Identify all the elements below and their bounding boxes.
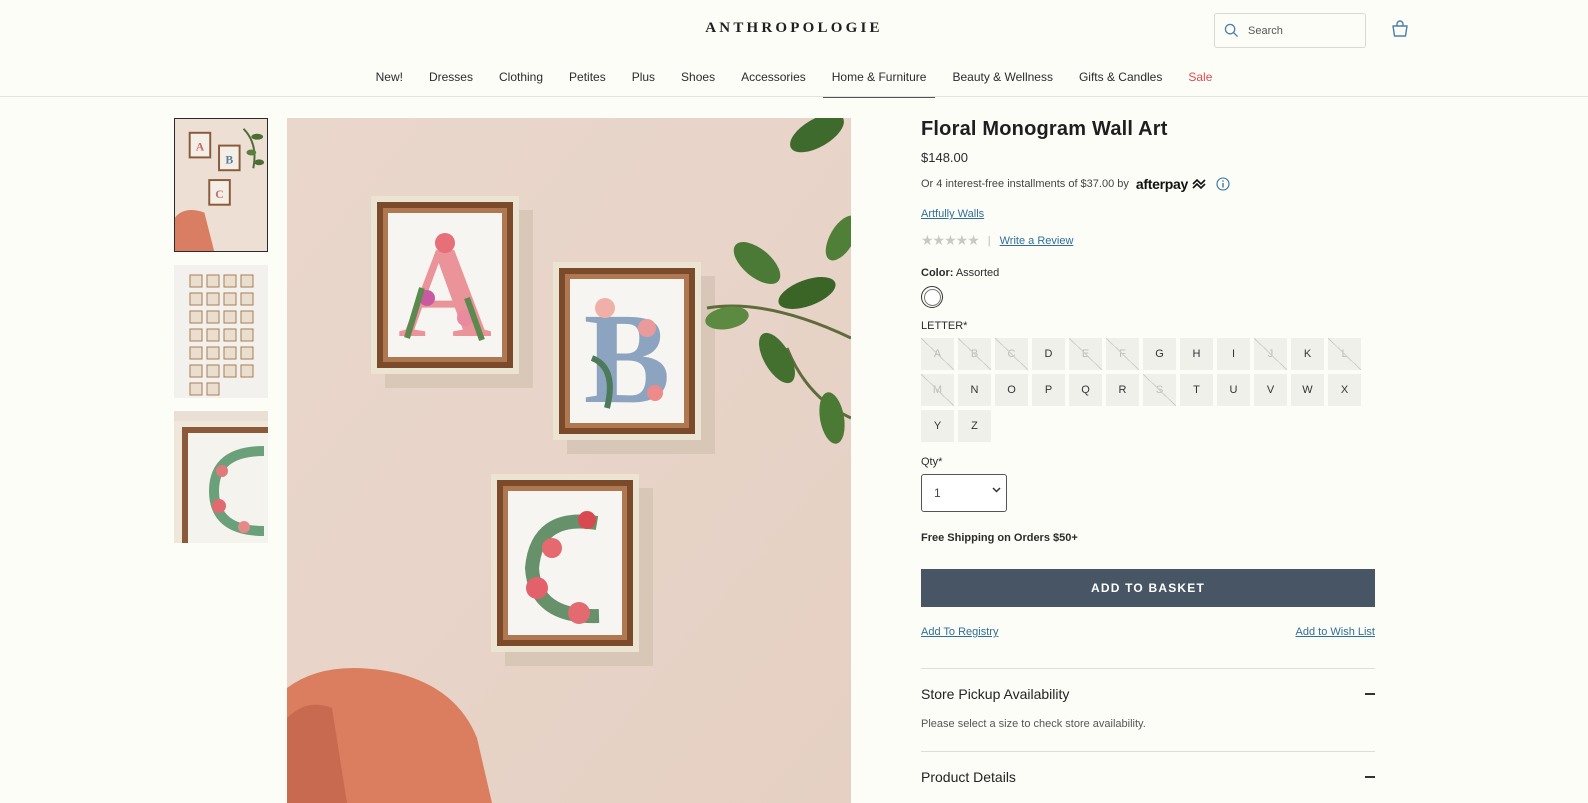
color-value: Assorted [955,267,1000,279]
installments-row: Or 4 interest-free installments of $37.0… [921,176,1375,192]
letter-option-z[interactable]: Z [958,410,991,442]
shipping-notice: Free Shipping on Orders $50+ [921,532,1078,544]
thumbnail-2[interactable] [174,265,268,398]
letter-option-l[interactable]: L [1328,338,1361,370]
product-info-panel: Floral Monogram Wall Art $148.00 Or 4 in… [921,118,1375,785]
qty-select[interactable]: 1 [921,474,1007,512]
letter-option-r[interactable]: R [1106,374,1139,406]
svg-text:A: A [196,140,205,153]
product-details-accordion-header[interactable]: Product Details [921,769,1375,785]
store-pickup-accordion-header[interactable]: Store Pickup Availability [921,686,1375,702]
rating-separator: | [987,234,991,247]
collapse-icon [1365,693,1375,695]
nav-item-new[interactable]: New! [367,62,412,98]
nav-item-gifts-candles[interactable]: Gifts & Candles [1070,62,1171,98]
add-to-basket-button[interactable]: ADD TO BASKET [921,569,1375,607]
color-label: Color: [921,267,954,279]
letter-option-a[interactable]: A [921,338,954,370]
letter-option-p[interactable]: P [1032,374,1065,406]
svg-text:B: B [225,153,233,166]
installments-text: Or 4 interest-free installments of $37.0… [921,178,1129,190]
letter-option-f[interactable]: F [1106,338,1139,370]
letter-option-w[interactable]: W [1291,374,1324,406]
letter-option-t[interactable]: T [1180,374,1213,406]
nav-item-sale[interactable]: Sale [1179,62,1221,98]
shopping-bag-icon[interactable] [1390,19,1410,44]
nav-item-dresses[interactable]: Dresses [420,62,482,98]
letter-option-o[interactable]: O [995,374,1028,406]
color-swatch-assorted[interactable] [921,286,943,308]
letter-option-m[interactable]: M [921,374,954,406]
info-icon[interactable] [1216,177,1230,191]
search-icon [1224,23,1239,38]
product-price: $148.00 [921,150,968,165]
letter-option-s[interactable]: S [1143,374,1176,406]
product-title: Floral Monogram Wall Art [921,118,1168,140]
search-input[interactable] [1248,24,1348,37]
letter-option-u[interactable]: U [1217,374,1250,406]
letter-option-q[interactable]: Q [1069,374,1102,406]
letter-option-b[interactable]: B [958,338,991,370]
qty-select-wrapper: 1 [921,468,1007,512]
search-box[interactable] [1214,13,1366,48]
qty-label: Qty* [921,456,943,468]
nav-item-home-furniture[interactable]: Home & Furniture [822,62,936,98]
letter-option-d[interactable]: D [1032,338,1065,370]
star-rating: ★★★★★ [921,232,980,248]
store-pickup-title: Store Pickup Availability [921,686,1070,702]
store-pickup-body: Please select a size to check store avai… [921,718,1146,730]
nav-item-beauty-wellness[interactable]: Beauty & Wellness [943,62,1062,98]
letter-option-h[interactable]: H [1180,338,1213,370]
thumbnail-3[interactable] [174,411,268,543]
write-review-link[interactable]: Write a Review [1000,235,1074,247]
registry-wishlist-row: Add To Registry Add to Wish List [921,626,1375,638]
letter-label: LETTER* [921,320,968,332]
letter-options: ABCDEFGHIJKL MNOPQRSTUVWX YZ [921,338,1375,442]
letter-option-k[interactable]: K [1291,338,1324,370]
nav-item-petites[interactable]: Petites [560,62,615,98]
main-navigation: New! Dresses Clothing Petites Plus Shoes… [0,62,1588,98]
letter-option-e[interactable]: E [1069,338,1102,370]
accordion-divider [921,668,1375,669]
letter-option-g[interactable]: G [1143,338,1176,370]
letter-option-x[interactable]: X [1328,374,1361,406]
header-divider [0,96,1588,97]
letter-option-n[interactable]: N [958,374,991,406]
main-product-image: A B [287,118,851,803]
product-details-title: Product Details [921,769,1016,785]
nav-item-plus[interactable]: Plus [623,62,664,98]
letter-option-y[interactable]: Y [921,410,954,442]
collapse-icon [1365,776,1375,778]
nav-item-accessories[interactable]: Accessories [732,62,815,98]
add-to-wishlist-link[interactable]: Add to Wish List [1296,626,1375,638]
nav-item-clothing[interactable]: Clothing [490,62,552,98]
accordion-divider [921,751,1375,752]
color-row: Color: Assorted [921,267,1375,279]
afterpay-arrows-icon [1192,178,1206,190]
letter-option-c[interactable]: C [995,338,1028,370]
letter-option-v[interactable]: V [1254,374,1287,406]
brand-link[interactable]: Artfully Walls [921,208,984,220]
svg-text:C: C [215,188,223,201]
rating-row: ★★★★★ | Write a Review [921,232,1375,249]
thumbnail-1[interactable]: A B C [174,118,268,252]
add-to-registry-link[interactable]: Add To Registry [921,626,998,638]
letter-option-j[interactable]: J [1254,338,1287,370]
afterpay-logo: afterpay [1135,176,1188,192]
nav-item-shoes[interactable]: Shoes [672,62,724,98]
letter-option-i[interactable]: I [1217,338,1250,370]
